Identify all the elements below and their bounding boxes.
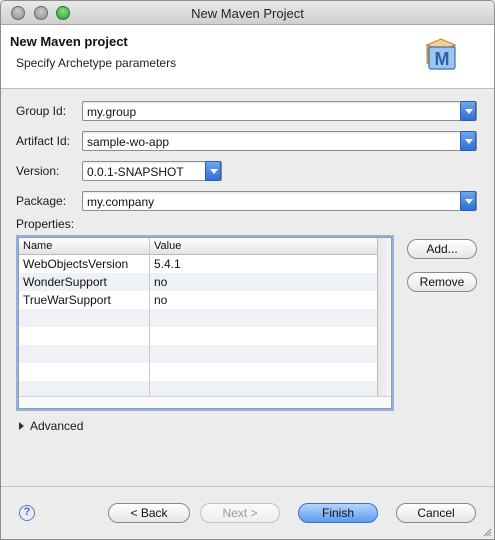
vertical-scrollbar[interactable]: [377, 238, 391, 398]
chevron-down-icon[interactable]: [205, 161, 221, 181]
group-id-value[interactable]: my.group: [87, 105, 136, 119]
wizard-subtitle: Specify Archetype parameters: [16, 56, 177, 70]
table-header: Name Value: [19, 238, 379, 255]
disclosure-triangle-icon[interactable]: [19, 422, 24, 430]
footer-separator: [1, 486, 494, 487]
column-header-value[interactable]: Value: [154, 240, 181, 252]
add-property-button[interactable]: Add...: [407, 239, 477, 259]
advanced-label[interactable]: Advanced: [30, 419, 83, 433]
next-button: Next >: [200, 503, 280, 523]
empty-table-row: [19, 327, 379, 345]
finish-button[interactable]: Finish: [298, 503, 378, 523]
empty-table-row: [19, 309, 379, 327]
maven-logo-icon: M: [425, 38, 457, 70]
properties-table[interactable]: Name Value WebObjectsVersion 5.4.1 Wonde…: [16, 235, 394, 411]
wizard-banner: New Maven project Specify Archetype para…: [1, 25, 494, 89]
empty-table-row: [19, 345, 379, 363]
remove-property-button[interactable]: Remove: [407, 272, 477, 292]
property-name-cell[interactable]: WonderSupport: [23, 275, 107, 289]
property-value-cell[interactable]: no: [154, 293, 167, 307]
table-row[interactable]: WebObjectsVersion 5.4.1: [19, 255, 379, 273]
back-button[interactable]: < Back: [108, 503, 190, 523]
property-value-cell[interactable]: no: [154, 275, 167, 289]
horizontal-scrollbar[interactable]: [19, 396, 391, 408]
column-divider[interactable]: [149, 238, 150, 398]
version-value[interactable]: 0.0.1-SNAPSHOT: [87, 165, 184, 179]
property-value-cell[interactable]: 5.4.1: [154, 257, 181, 271]
column-header-name[interactable]: Name: [23, 240, 52, 252]
package-combo[interactable]: my.company: [82, 191, 477, 211]
wizard-title: New Maven project: [10, 34, 128, 49]
package-label: Package:: [16, 194, 67, 208]
version-label: Version:: [16, 164, 60, 178]
artifact-id-combo[interactable]: sample-wo-app: [82, 131, 477, 151]
chevron-down-icon[interactable]: [460, 101, 476, 121]
empty-table-row: [19, 363, 379, 381]
help-icon[interactable]: ?: [19, 505, 35, 521]
package-value[interactable]: my.company: [87, 195, 154, 209]
property-name-cell[interactable]: WebObjectsVersion: [23, 257, 128, 271]
property-name-cell[interactable]: TrueWarSupport: [23, 293, 111, 307]
table-row[interactable]: TrueWarSupport no: [19, 291, 379, 309]
version-combo[interactable]: 0.0.1-SNAPSHOT: [82, 161, 222, 181]
table-row[interactable]: WonderSupport no: [19, 273, 379, 291]
properties-label: Properties:: [16, 217, 75, 231]
chevron-down-icon[interactable]: [460, 191, 476, 211]
window-title: New Maven Project: [191, 6, 304, 21]
artifact-id-label: Artifact Id:: [16, 134, 71, 148]
title-bar[interactable]: New Maven Project: [1, 1, 494, 25]
maven-logo-letter: M: [435, 49, 450, 69]
group-id-combo[interactable]: my.group: [82, 101, 477, 121]
resize-grip-icon[interactable]: [482, 527, 492, 537]
cancel-button[interactable]: Cancel: [396, 503, 476, 523]
artifact-id-value[interactable]: sample-wo-app: [87, 135, 169, 149]
chevron-down-icon[interactable]: [460, 131, 476, 151]
group-id-label: Group Id:: [16, 104, 67, 118]
dialog-window: New Maven Project New Maven project Spec…: [0, 0, 495, 540]
